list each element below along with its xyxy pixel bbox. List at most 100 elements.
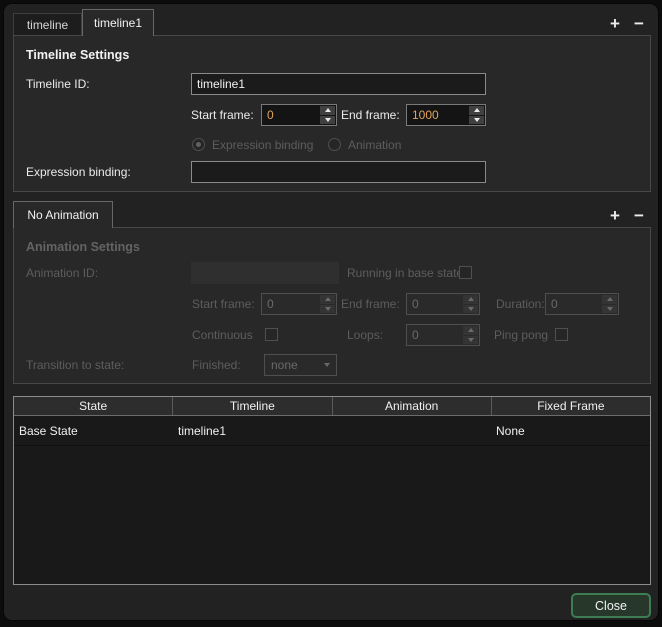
expression-binding-label: Expression binding: [26,161,131,183]
end-frame-label: End frame: [341,104,400,126]
duration-label: Duration: [496,293,545,315]
spin-up-button [463,326,478,335]
anim-end-frame-label: End frame: [341,293,400,315]
arrow-down-icon [468,338,474,342]
spin-up-button[interactable] [469,106,484,115]
states-table: State Timeline Animation Fixed Frame Bas… [13,396,651,585]
spin-up-button [320,295,335,304]
arrow-down-icon [607,307,613,311]
arrow-up-icon [325,297,331,301]
dropdown-arrow-icon [324,363,330,367]
running-in-base-state-checkbox [459,266,472,279]
spin-up-button [602,295,617,304]
anim-end-frame-spinbox [406,293,480,315]
arrow-down-icon [325,118,331,122]
spin-buttons [462,325,479,345]
ping-pong-label: Ping pong [494,324,548,346]
spin-buttons [462,294,479,314]
duration-spinbox [545,293,619,315]
timeline-dialog-window: timeline timeline1 + − Timeline Settings… [3,3,659,621]
loops-input [407,325,462,345]
start-frame-spin-buttons [319,105,336,125]
spin-buttons [319,294,336,314]
end-frame-spin-buttons [468,105,485,125]
arrow-up-icon [468,328,474,332]
running-in-base-state-label: Running in base state [347,262,463,284]
arrow-down-icon [325,307,331,311]
loops-label: Loops: [347,324,383,346]
anim-start-frame-label: Start frame: [192,293,255,315]
spin-down-button [602,305,617,314]
spin-buttons [601,294,618,314]
tab-no-animation-label: No Animation [27,208,98,222]
table-row[interactable]: Base State timeline1 None [14,416,650,446]
start-frame-label: Start frame: [191,104,254,126]
expression-binding-radio-label: Expression binding [212,134,313,156]
continuous-label: Continuous [192,324,253,346]
arrow-up-icon [607,297,613,301]
animation-settings-panel: Animation Settings Animation ID: Running… [13,227,651,384]
timeline-settings-panel: Timeline Settings Timeline ID: Start fra… [13,35,651,192]
close-button[interactable]: Close [571,593,651,618]
anim-start-frame-input [262,294,319,314]
column-header-fixed-frame: Fixed Frame [492,397,650,415]
duration-input [546,294,601,314]
remove-timeline-button[interactable]: − [630,15,648,33]
cell-animation [332,416,491,445]
timeline-id-label: Timeline ID: [26,73,90,95]
cell-fixed-frame: None [491,416,650,445]
expression-binding-radio [192,138,205,151]
minus-icon: − [634,14,644,34]
animation-id-label: Animation ID: [26,262,98,284]
timeline-id-input[interactable] [191,73,486,95]
anim-start-frame-spinbox [261,293,337,315]
tab-timeline1[interactable]: timeline1 [82,9,154,36]
spin-up-button[interactable] [320,106,335,115]
add-timeline-button[interactable]: + [606,15,624,33]
arrow-up-icon [474,108,480,112]
arrow-down-icon [474,118,480,122]
timeline-settings-title: Timeline Settings [26,48,129,62]
remove-animation-button[interactable]: − [630,207,648,225]
column-header-timeline: Timeline [173,397,332,415]
loops-spinbox [406,324,480,346]
column-header-state: State [14,397,173,415]
plus-icon: + [610,14,620,34]
animation-id-input [191,262,339,284]
tab-no-animation[interactable]: No Animation [13,201,113,228]
animation-settings-title: Animation Settings [26,240,140,254]
minus-icon: − [634,206,644,226]
animation-radio-label: Animation [348,134,401,156]
ping-pong-checkbox [555,328,568,341]
continuous-checkbox [265,328,278,341]
tab-timeline[interactable]: timeline [13,13,82,36]
spin-down-button [463,336,478,345]
expression-binding-input[interactable] [191,161,486,183]
spin-down-button[interactable] [320,116,335,125]
end-frame-spinbox [406,104,486,126]
spin-down-button [463,305,478,314]
cell-timeline: timeline1 [173,416,332,445]
tab-timeline-label: timeline [27,18,68,32]
add-animation-button[interactable]: + [606,207,624,225]
column-header-animation: Animation [333,397,492,415]
finished-combobox-value: none [271,358,298,372]
arrow-up-icon [468,297,474,301]
spin-down-button [320,305,335,314]
finished-label: Finished: [192,354,241,376]
start-frame-input[interactable] [262,105,319,125]
finished-combobox: none [264,354,337,376]
spin-up-button [463,295,478,304]
radio-selected-dot-icon [196,142,201,147]
plus-icon: + [610,206,620,226]
animation-radio [328,138,341,151]
arrow-up-icon [325,108,331,112]
cell-state: Base State [14,416,173,445]
states-table-header: State Timeline Animation Fixed Frame [14,397,650,416]
end-frame-input[interactable] [407,105,468,125]
tab-timeline1-label: timeline1 [94,16,142,30]
anim-end-frame-input [407,294,462,314]
start-frame-spinbox [261,104,337,126]
transition-to-state-label: Transition to state: [26,354,124,376]
spin-down-button[interactable] [469,116,484,125]
